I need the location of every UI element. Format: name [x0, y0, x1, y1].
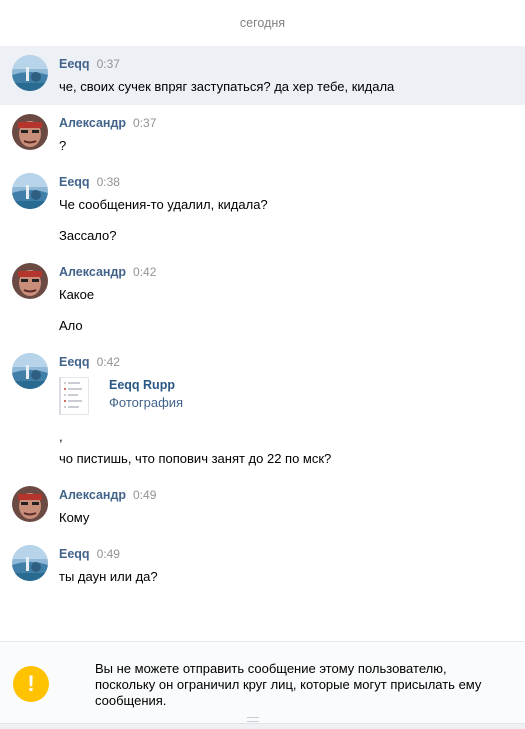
message-group[interactable]: Eeqq 0:38 Че сообщения-то удалил, кидала?…	[0, 164, 525, 254]
resize-handle[interactable]	[247, 717, 259, 722]
attachment-title[interactable]: Eeqq Rupp	[109, 377, 183, 393]
message-author[interactable]: Eeqq	[59, 355, 90, 369]
message-time[interactable]: 0:37	[133, 116, 156, 130]
message-group[interactable]: Eeqq 0:49 ты даун или да?	[0, 536, 525, 595]
message-time[interactable]: 0:38	[97, 175, 120, 189]
message-group[interactable]: Eeqq 0:42 Eeqq Rupp Фотография , чо писти…	[0, 344, 525, 477]
message-group[interactable]: Александр 0:42 Какое Ало	[0, 254, 525, 344]
date-separator: сегодня	[239, 16, 286, 30]
compose-restriction-footer: ! Вы не можете отправить сообщение этому…	[0, 641, 525, 729]
message-time[interactable]: 0:42	[133, 265, 156, 279]
avatar-eeqq[interactable]	[12, 173, 48, 209]
avatar-eeqq[interactable]	[12, 55, 48, 91]
avatar-eeqq[interactable]	[12, 545, 48, 581]
message-text: Ало	[59, 318, 83, 333]
message-author[interactable]: Eeqq	[59, 547, 90, 561]
photo-attachment[interactable]: Eeqq Rupp Фотография	[59, 377, 513, 415]
restriction-notice: Вы не можете отправить сообщение этому п…	[95, 661, 482, 708]
message-text: Зассало?	[59, 228, 117, 243]
avatar-eeqq[interactable]	[12, 353, 48, 389]
message-author[interactable]: Александр	[59, 265, 126, 279]
message-text: че, своих сучек впряг заступаться? да хе…	[59, 79, 395, 94]
message-text: чо пистишь, что попович занят до 22 по м…	[59, 451, 332, 466]
message-history: Eeqq 0:37 че, своих сучек впряг заступать…	[0, 46, 525, 595]
message-group[interactable]: Александр 0:49 Кому	[0, 477, 525, 536]
message-time[interactable]: 0:37	[97, 57, 120, 71]
message-author[interactable]: Александр	[59, 116, 126, 130]
message-text: ,	[59, 429, 63, 444]
message-author[interactable]: Eeqq	[59, 57, 90, 71]
message-time[interactable]: 0:42	[97, 355, 120, 369]
avatar-aleksandr[interactable]	[12, 114, 48, 150]
message-text: Кому	[59, 510, 90, 525]
message-text: Че сообщения-то удалил, кидала?	[59, 197, 268, 212]
avatar-aleksandr[interactable]	[12, 486, 48, 522]
message-time[interactable]: 0:49	[97, 547, 120, 561]
message-author[interactable]: Александр	[59, 488, 126, 502]
message-group[interactable]: Eeqq 0:37 че, своих сучек впряг заступать…	[0, 46, 525, 105]
exclamation-icon: !	[13, 666, 49, 702]
message-author[interactable]: Eeqq	[59, 175, 90, 189]
message-text: ты даун или да?	[59, 569, 158, 584]
message-text: Какое	[59, 287, 95, 302]
avatar-aleksandr[interactable]	[12, 263, 48, 299]
message-group[interactable]: Александр 0:37 ?	[0, 105, 525, 164]
message-text: ?	[59, 138, 67, 153]
message-time[interactable]: 0:49	[133, 488, 156, 502]
attachment-type[interactable]: Фотография	[109, 395, 183, 411]
footer-bottom-edge	[0, 723, 525, 729]
photo-thumbnail[interactable]	[59, 377, 89, 415]
